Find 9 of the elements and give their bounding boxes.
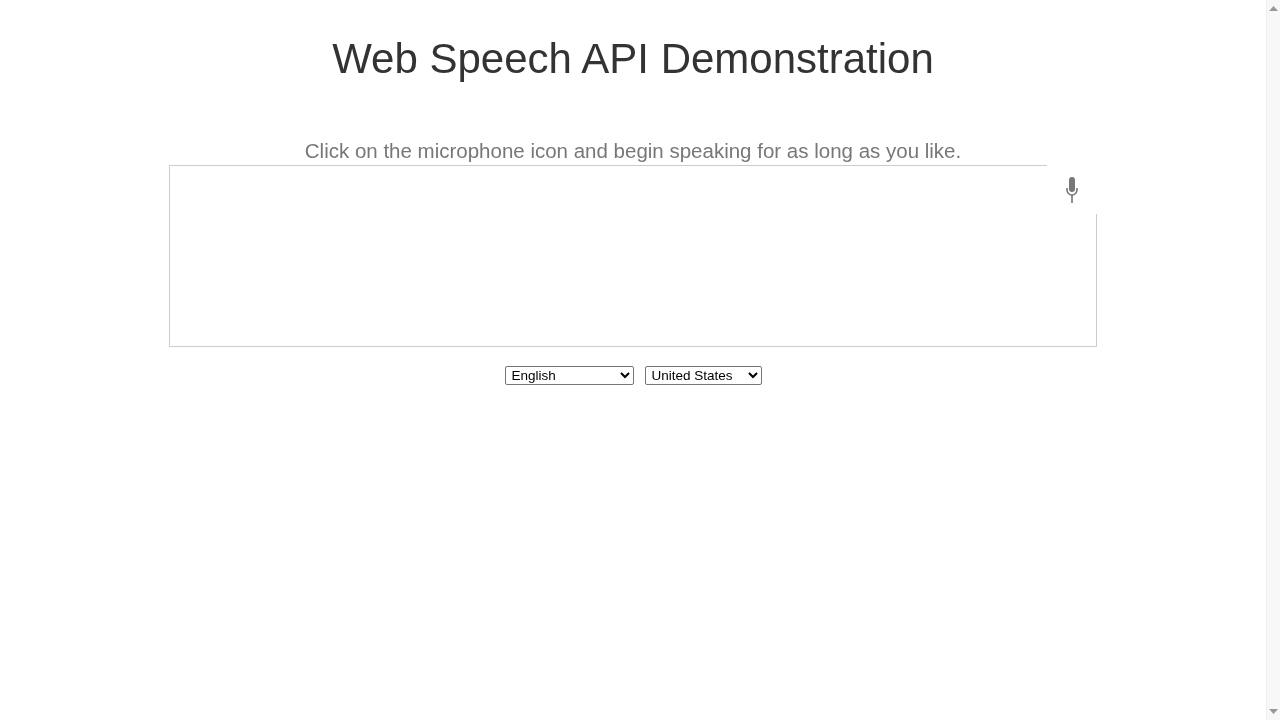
microphone-icon xyxy=(1066,176,1078,203)
transcript-field[interactable] xyxy=(169,165,1097,347)
scroll-down-arrow-icon[interactable] xyxy=(1269,709,1278,714)
scrollbar[interactable] xyxy=(1266,0,1280,720)
scroll-up-arrow-icon[interactable] xyxy=(1269,6,1278,11)
language-select[interactable]: English xyxy=(504,366,634,385)
page-title: Web Speech API Demonstration xyxy=(332,34,934,84)
info-text: Click on the microphone icon and begin speaking for as long as you like. xyxy=(304,138,962,164)
dialect-select[interactable]: United States xyxy=(644,366,762,385)
